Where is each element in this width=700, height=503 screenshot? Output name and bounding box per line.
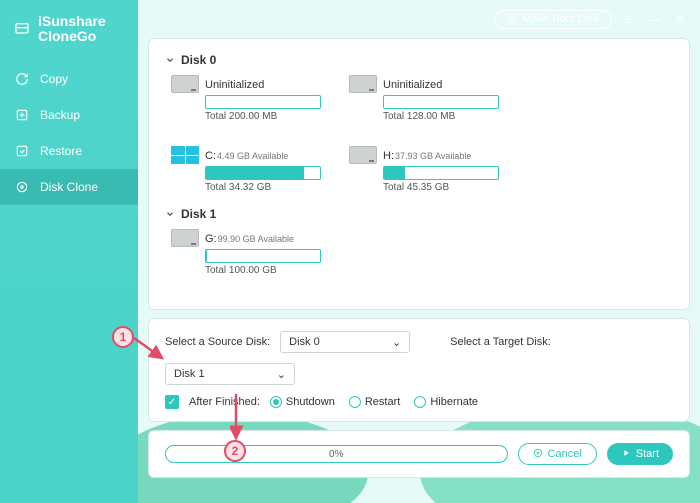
- partition[interactable]: Uninitialized Total 128.00 MB: [349, 75, 499, 122]
- progress-text: 0%: [329, 449, 343, 460]
- chevron-down-icon: ⌄: [392, 336, 401, 349]
- logo-icon: [14, 21, 30, 37]
- play-icon: [621, 448, 631, 461]
- partition[interactable]: Uninitialized Total 200.00 MB: [171, 75, 321, 122]
- partition-available: 4.49 GB Available: [217, 151, 288, 161]
- main-area: Make Boot Disk ≡ — ✕ Disk 0 Uninitialized…: [138, 0, 700, 503]
- disc-icon: [507, 13, 517, 26]
- nav: Copy Backup Restore Disk Clone: [0, 61, 138, 205]
- cancel-button[interactable]: Cancel: [518, 443, 597, 465]
- options-panel: Select a Source Disk: Disk 0 ⌄ Select a …: [148, 318, 690, 422]
- after-finished-label: After Finished:: [189, 396, 260, 408]
- radio-hibernate[interactable]: Hibernate: [414, 396, 478, 408]
- drive-icon: [171, 229, 199, 247]
- partition-row: G:99.90 GB Available Total 100.00 GB: [171, 229, 673, 276]
- partition-row: UninitializedTotal 200.00 MBUninitialize…: [171, 75, 673, 193]
- after-action-radio-group: Shutdown Restart Hibernate: [270, 396, 478, 408]
- app-name-1: iSunshare: [38, 14, 106, 29]
- nav-label: Backup: [40, 108, 80, 122]
- nav-backup[interactable]: Backup: [0, 97, 138, 133]
- partition-title: H:: [383, 150, 394, 162]
- radio-restart[interactable]: Restart: [349, 396, 400, 408]
- partition-title: Uninitialized: [383, 79, 442, 91]
- partition[interactable]: H:37.93 GB Available Total 45.35 GB: [349, 146, 499, 193]
- progress-bar: 0%: [165, 445, 508, 463]
- partition-total: Total 200.00 MB: [205, 111, 321, 122]
- annotation-1: 1: [112, 326, 134, 348]
- partition-total: Total 100.00 GB: [205, 265, 321, 276]
- menu-icon[interactable]: ≡: [624, 11, 632, 28]
- chevron-down-icon: ⌄: [277, 368, 286, 381]
- partition-total: Total 45.35 GB: [383, 182, 499, 193]
- disks-panel: Disk 0UninitializedTotal 200.00 MBUninit…: [148, 38, 690, 310]
- partition[interactable]: C:4.49 GB Available Total 34.32 GB: [171, 146, 321, 193]
- drive-icon: [349, 75, 377, 93]
- usage-bar: [205, 166, 321, 180]
- disk-name: Disk 0: [181, 53, 216, 67]
- sidebar: iSunshare CloneGo Copy Backup Restore Di…: [0, 0, 138, 503]
- usage-bar: [205, 95, 321, 109]
- partition-total: Total 128.00 MB: [383, 111, 499, 122]
- drive-icon: [171, 75, 199, 93]
- nav-disk-clone[interactable]: Disk Clone: [0, 169, 138, 205]
- disk-header[interactable]: Disk 1: [165, 207, 673, 221]
- annotation-2: 2: [224, 440, 246, 462]
- windows-icon: [171, 146, 199, 164]
- partition-total: Total 34.32 GB: [205, 182, 321, 193]
- source-disk-label: Select a Source Disk:: [165, 336, 270, 348]
- disk-clone-icon: [14, 179, 30, 195]
- partition-available: 99.90 GB Available: [218, 234, 294, 244]
- nav-label: Copy: [40, 72, 68, 86]
- make-boot-disk-button[interactable]: Make Boot Disk: [494, 10, 612, 29]
- chevron-down-icon: [165, 209, 175, 219]
- nav-label: Restore: [40, 144, 82, 158]
- usage-bar: [383, 166, 499, 180]
- radio-shutdown[interactable]: Shutdown: [270, 396, 335, 408]
- close-icon[interactable]: ✕: [674, 11, 686, 28]
- app-name-2: CloneGo: [38, 29, 106, 44]
- titlebar: Make Boot Disk ≡ — ✕: [148, 8, 690, 30]
- cancel-icon: [533, 448, 543, 461]
- disk-header[interactable]: Disk 0: [165, 53, 673, 67]
- usage-bar: [205, 249, 321, 263]
- partition-title: C:: [205, 150, 216, 162]
- target-disk-label: Select a Target Disk:: [450, 336, 551, 348]
- partition-title: Uninitialized: [205, 79, 264, 91]
- restore-icon: [14, 143, 30, 159]
- target-disk-select[interactable]: Disk 1 ⌄: [165, 363, 295, 385]
- minimize-icon[interactable]: —: [646, 11, 660, 28]
- source-disk-select[interactable]: Disk 0 ⌄: [280, 331, 410, 353]
- nav-label: Disk Clone: [40, 180, 98, 194]
- partition-title: G:: [205, 233, 217, 245]
- backup-icon: [14, 107, 30, 123]
- nav-copy[interactable]: Copy: [0, 61, 138, 97]
- partition-available: 37.93 GB Available: [395, 151, 471, 161]
- drive-icon: [349, 146, 377, 164]
- disk-name: Disk 1: [181, 207, 216, 221]
- refresh-icon: [14, 71, 30, 87]
- start-button[interactable]: Start: [607, 443, 673, 465]
- after-finished-checkbox[interactable]: ✓: [165, 395, 179, 409]
- chevron-down-icon: [165, 55, 175, 65]
- nav-restore[interactable]: Restore: [0, 133, 138, 169]
- usage-bar: [383, 95, 499, 109]
- partition[interactable]: G:99.90 GB Available Total 100.00 GB: [171, 229, 321, 276]
- app-logo: iSunshare CloneGo: [0, 0, 138, 61]
